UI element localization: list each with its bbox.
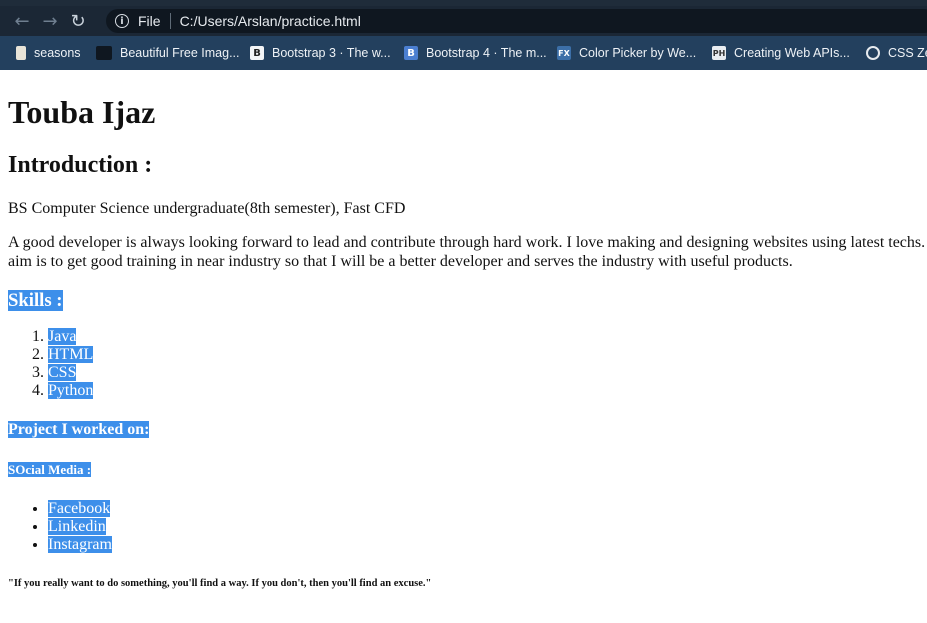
globe-icon	[866, 46, 880, 60]
list-item: Instagram	[48, 536, 112, 554]
url-text[interactable]: C:/Users/Arslan/practice.html	[180, 13, 361, 29]
skills-heading-text: Skills :	[8, 290, 63, 311]
intro-heading: Introduction :	[8, 152, 153, 178]
skill-java: Java	[48, 328, 77, 345]
list-item: HTML	[48, 346, 94, 364]
bookmark-css-zen[interactable]: CSS Ze	[866, 36, 927, 70]
fx-icon: FX	[557, 46, 571, 60]
bookmark-label: CSS Ze	[888, 46, 927, 60]
list-item: Linkedin	[48, 518, 112, 536]
social-heading: SOcial Media :	[8, 462, 92, 478]
bookmark-label: seasons	[34, 46, 81, 60]
bookmark-label: Beautiful Free Imag...	[120, 46, 240, 60]
skill-python: Python	[48, 382, 94, 399]
bookmark-label: Creating Web APIs...	[734, 46, 850, 60]
forward-arrow-icon[interactable]: →	[36, 7, 64, 35]
bootstrap-icon: B	[404, 46, 418, 60]
list-item: Java	[48, 328, 93, 346]
bookmark-web-apis[interactable]: PH Creating Web APIs...	[712, 36, 850, 70]
social-instagram: Instagram	[48, 536, 112, 553]
back-arrow-icon[interactable]: ←	[8, 7, 36, 35]
skill-html: HTML	[48, 346, 94, 363]
reload-icon[interactable]: ↻	[64, 7, 92, 35]
projects-heading: Project I worked on:	[8, 421, 150, 439]
address-divider	[169, 13, 171, 29]
bookmark-label: Color Picker by We...	[579, 46, 697, 60]
list-item: Python	[48, 382, 94, 400]
social-linkedin: Linkedin	[48, 518, 106, 535]
social-heading-text: SOcial Media :	[8, 462, 92, 477]
quote-text: "If you really want to do something, you…	[8, 578, 432, 589]
page-icon	[16, 46, 26, 60]
info-icon[interactable]: i	[115, 14, 129, 28]
bookmark-label: Bootstrap 3 · The w...	[272, 46, 391, 60]
list-item: Facebook	[48, 500, 112, 518]
ph-icon: PH	[712, 46, 726, 60]
image-icon	[96, 46, 112, 60]
bookmark-bootstrap-3[interactable]: B Bootstrap 3 · The w...	[250, 36, 391, 70]
url-scheme-label: File	[138, 13, 161, 29]
list-item: CSS	[48, 364, 93, 382]
skills-list: Java HTML CSS Python	[8, 328, 94, 400]
bootstrap-icon: B	[250, 46, 264, 60]
about-text: A good developer is always looking forwa…	[8, 234, 926, 270]
projects-heading-text: Project I worked on:	[8, 421, 150, 438]
bookmark-label: Bootstrap 4 · The m...	[426, 46, 547, 60]
address-bar[interactable]: i File C:/Users/Arslan/practice.html	[106, 9, 927, 33]
bookmark-free-images[interactable]: Beautiful Free Imag...	[96, 36, 240, 70]
page-title: Touba Ijaz	[8, 94, 156, 130]
skills-heading: Skills :	[8, 290, 63, 312]
bookmarks-bar: seasons Beautiful Free Imag... B Bootstr…	[0, 36, 927, 70]
bookmark-bootstrap-4[interactable]: B Bootstrap 4 · The m...	[404, 36, 547, 70]
skill-css: CSS	[48, 364, 77, 381]
browser-toolbar: ← → ↻ i File C:/Users/Arslan/practice.ht…	[0, 6, 927, 36]
social-facebook: Facebook	[48, 500, 111, 517]
bookmark-seasons[interactable]: seasons	[16, 36, 81, 70]
education-text: BS Computer Science undergraduate(8th se…	[8, 200, 406, 217]
social-list: Facebook Linkedin Instagram	[8, 500, 112, 554]
bookmark-color-picker[interactable]: FX Color Picker by We...	[557, 36, 696, 70]
